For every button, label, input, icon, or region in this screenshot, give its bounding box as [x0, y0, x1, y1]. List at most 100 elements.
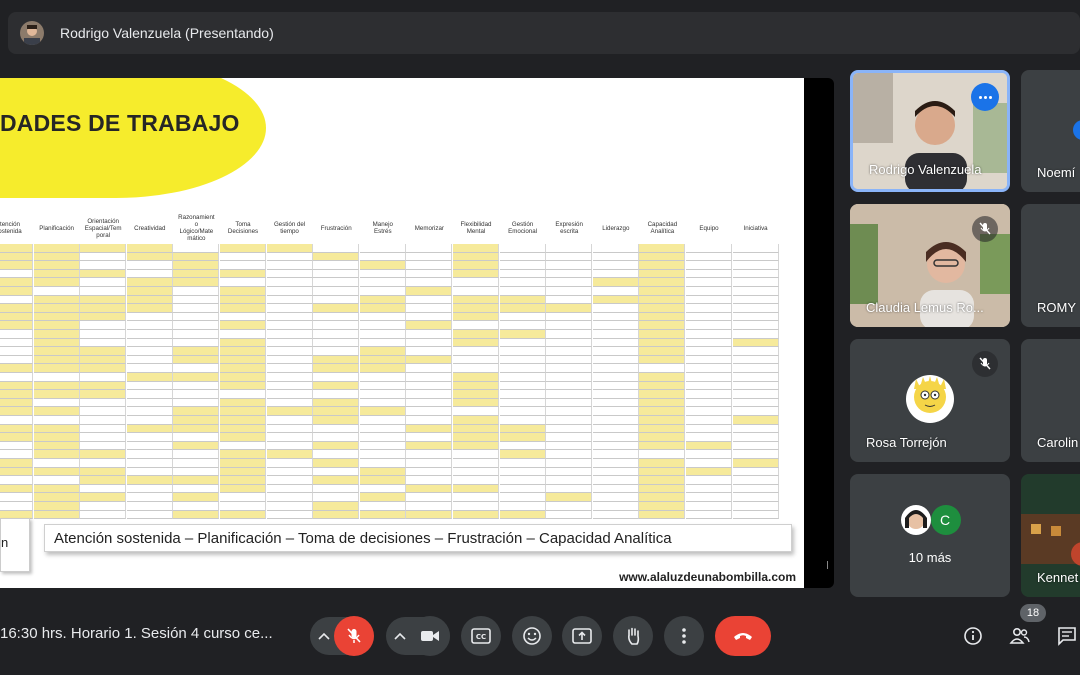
- table-cell: [639, 261, 686, 270]
- table-cell: [80, 390, 127, 399]
- table-cell: [80, 355, 127, 365]
- table-cell: [499, 381, 546, 391]
- mic-toggle-button[interactable]: [334, 616, 374, 656]
- table-cell: [359, 484, 406, 494]
- table-cell: [546, 244, 593, 253]
- table-cell: [313, 502, 360, 511]
- table-cell: [313, 441, 360, 451]
- table-cell: [313, 450, 360, 459]
- table-cell: [359, 493, 406, 502]
- people-button[interactable]: [1005, 621, 1035, 651]
- table-cell: [546, 450, 593, 459]
- hang-up-icon: [734, 633, 752, 640]
- table-cell: [220, 493, 266, 502]
- table-cell: [126, 510, 173, 520]
- captions-button[interactable]: CC: [461, 616, 501, 656]
- participant-name: ROMY: [1037, 300, 1076, 315]
- participant-tile-rodrigo[interactable]: Rodrigo Valenzuela: [850, 70, 1010, 192]
- present-screen-button[interactable]: [562, 616, 602, 656]
- participant-tile-noemi[interactable]: Noemí: [1021, 70, 1080, 192]
- participant-tile-romy[interactable]: ROMY: [1021, 204, 1080, 327]
- table-cell: [686, 330, 732, 339]
- table-cell: [359, 278, 406, 287]
- table-cell: [592, 269, 639, 279]
- chat-button[interactable]: [1052, 621, 1080, 651]
- table-cell: [499, 321, 546, 330]
- table-cell: [453, 450, 499, 459]
- chevron-up-icon[interactable]: [312, 617, 336, 655]
- table-cell: [33, 493, 80, 502]
- table-cell: [0, 502, 33, 511]
- meeting-info-button[interactable]: [958, 621, 988, 651]
- table-cell: [592, 467, 639, 477]
- table-cell: [453, 355, 499, 365]
- participant-name: Claudia Lemus Ro...: [866, 300, 984, 315]
- table-cell: [0, 484, 33, 494]
- mic-off-icon: [972, 216, 998, 242]
- table-cell: [639, 441, 686, 451]
- table-cell: [406, 493, 453, 502]
- participant-tile-claudia[interactable]: Claudia Lemus Ro...: [850, 204, 1010, 327]
- table-cell: [732, 364, 779, 373]
- table-cell: [80, 493, 127, 502]
- table-cell: [686, 493, 732, 502]
- table-cell: [126, 467, 173, 477]
- table-cell: [126, 244, 173, 253]
- table-cell: [732, 493, 779, 502]
- table-cell: [686, 390, 732, 399]
- table-cell: [499, 502, 546, 511]
- table-cell: [313, 338, 360, 348]
- table-cell: [686, 287, 732, 296]
- table-column-header: Expresión escrita: [555, 221, 583, 235]
- more-options-button[interactable]: [664, 616, 704, 656]
- camera-toggle-button[interactable]: [410, 616, 450, 656]
- end-call-button[interactable]: [715, 616, 771, 656]
- avatar-group: [901, 505, 961, 535]
- table-cell: [80, 476, 127, 485]
- table-cell: [266, 407, 313, 416]
- table-cell: [546, 407, 593, 416]
- table-cell: [686, 424, 732, 434]
- table-cell: [80, 244, 127, 253]
- table-cell: [453, 295, 499, 305]
- table-cell: [639, 433, 686, 442]
- table-cell: [126, 416, 173, 425]
- table-cell: [406, 373, 453, 382]
- table-cell: [33, 278, 80, 287]
- table-cell: [406, 244, 453, 253]
- table-cell: [686, 261, 732, 270]
- table-cell: [499, 252, 546, 262]
- table-cell: [499, 287, 546, 296]
- table-cell: [732, 502, 779, 511]
- table-column-header: Equipo: [699, 224, 719, 232]
- table-cell: [33, 312, 80, 322]
- table-cell: [499, 484, 546, 494]
- table-cell: [546, 390, 593, 399]
- table-cell: [80, 407, 127, 416]
- table-cell: [173, 338, 220, 348]
- table-cell: [546, 364, 593, 373]
- table-cell: [686, 398, 732, 408]
- table-cell: [80, 364, 127, 373]
- participant-tile-carolina[interactable]: Carolin: [1021, 339, 1080, 462]
- participant-name: Noemí: [1037, 165, 1076, 180]
- more-participants-tile[interactable]: C 10 más: [850, 474, 1010, 597]
- reactions-button[interactable]: [512, 616, 552, 656]
- table-cell: [266, 510, 313, 520]
- table-cell: [359, 390, 406, 399]
- participant-tile-kenneth[interactable]: Kennet: [1021, 474, 1080, 597]
- table-cell: [499, 398, 546, 408]
- table-cell: [220, 381, 266, 391]
- table-cell: [639, 476, 686, 485]
- table-cell: [173, 390, 220, 399]
- table-cell: [126, 407, 173, 416]
- participant-tile-rosa[interactable]: Rosa Torrejón: [850, 339, 1010, 462]
- raise-hand-button[interactable]: [613, 616, 653, 656]
- table-cell: [546, 502, 593, 511]
- table-cell: [453, 467, 499, 477]
- table-cell: [80, 287, 127, 296]
- chevron-up-icon[interactable]: [388, 617, 412, 655]
- more-options-icon[interactable]: [971, 83, 999, 111]
- table-cell: [173, 381, 220, 391]
- table-cell: [359, 510, 406, 520]
